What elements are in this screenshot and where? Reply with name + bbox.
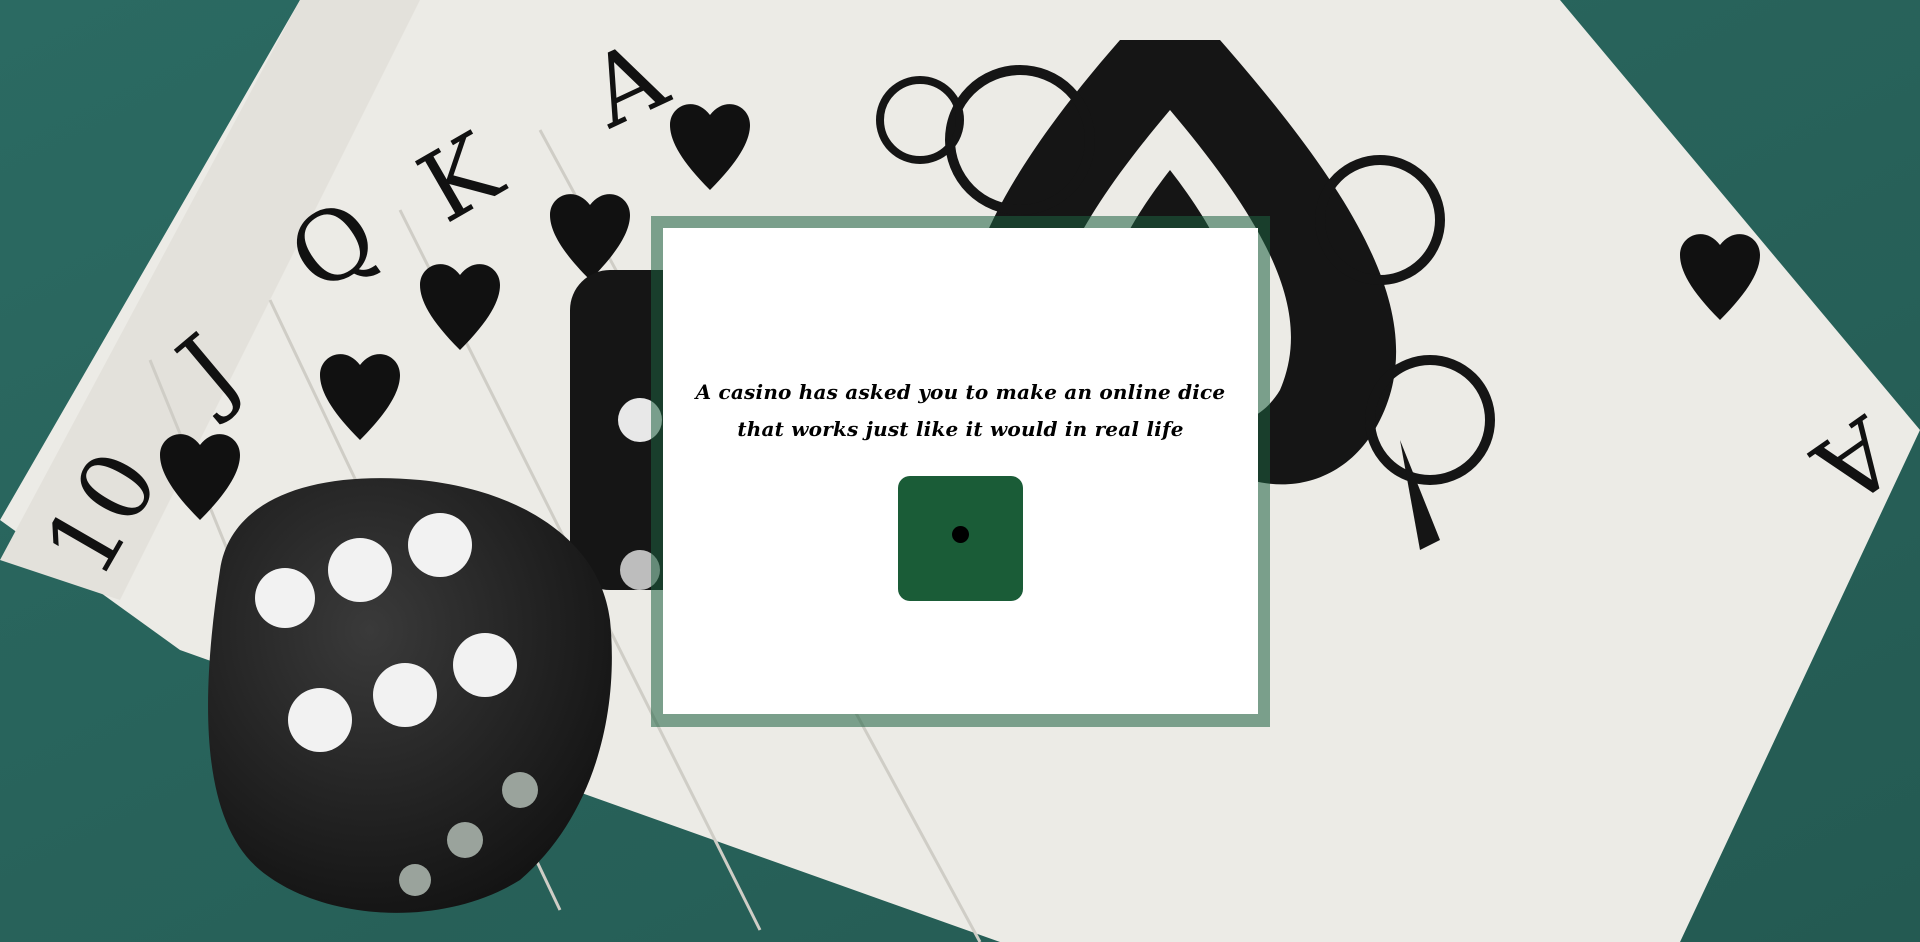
dice-panel: A casino has asked you to make an online… <box>663 228 1258 714</box>
prompt-text: A casino has asked you to make an online… <box>695 380 1226 441</box>
dice-roll-button[interactable] <box>898 476 1023 601</box>
die-pip <box>952 526 969 543</box>
